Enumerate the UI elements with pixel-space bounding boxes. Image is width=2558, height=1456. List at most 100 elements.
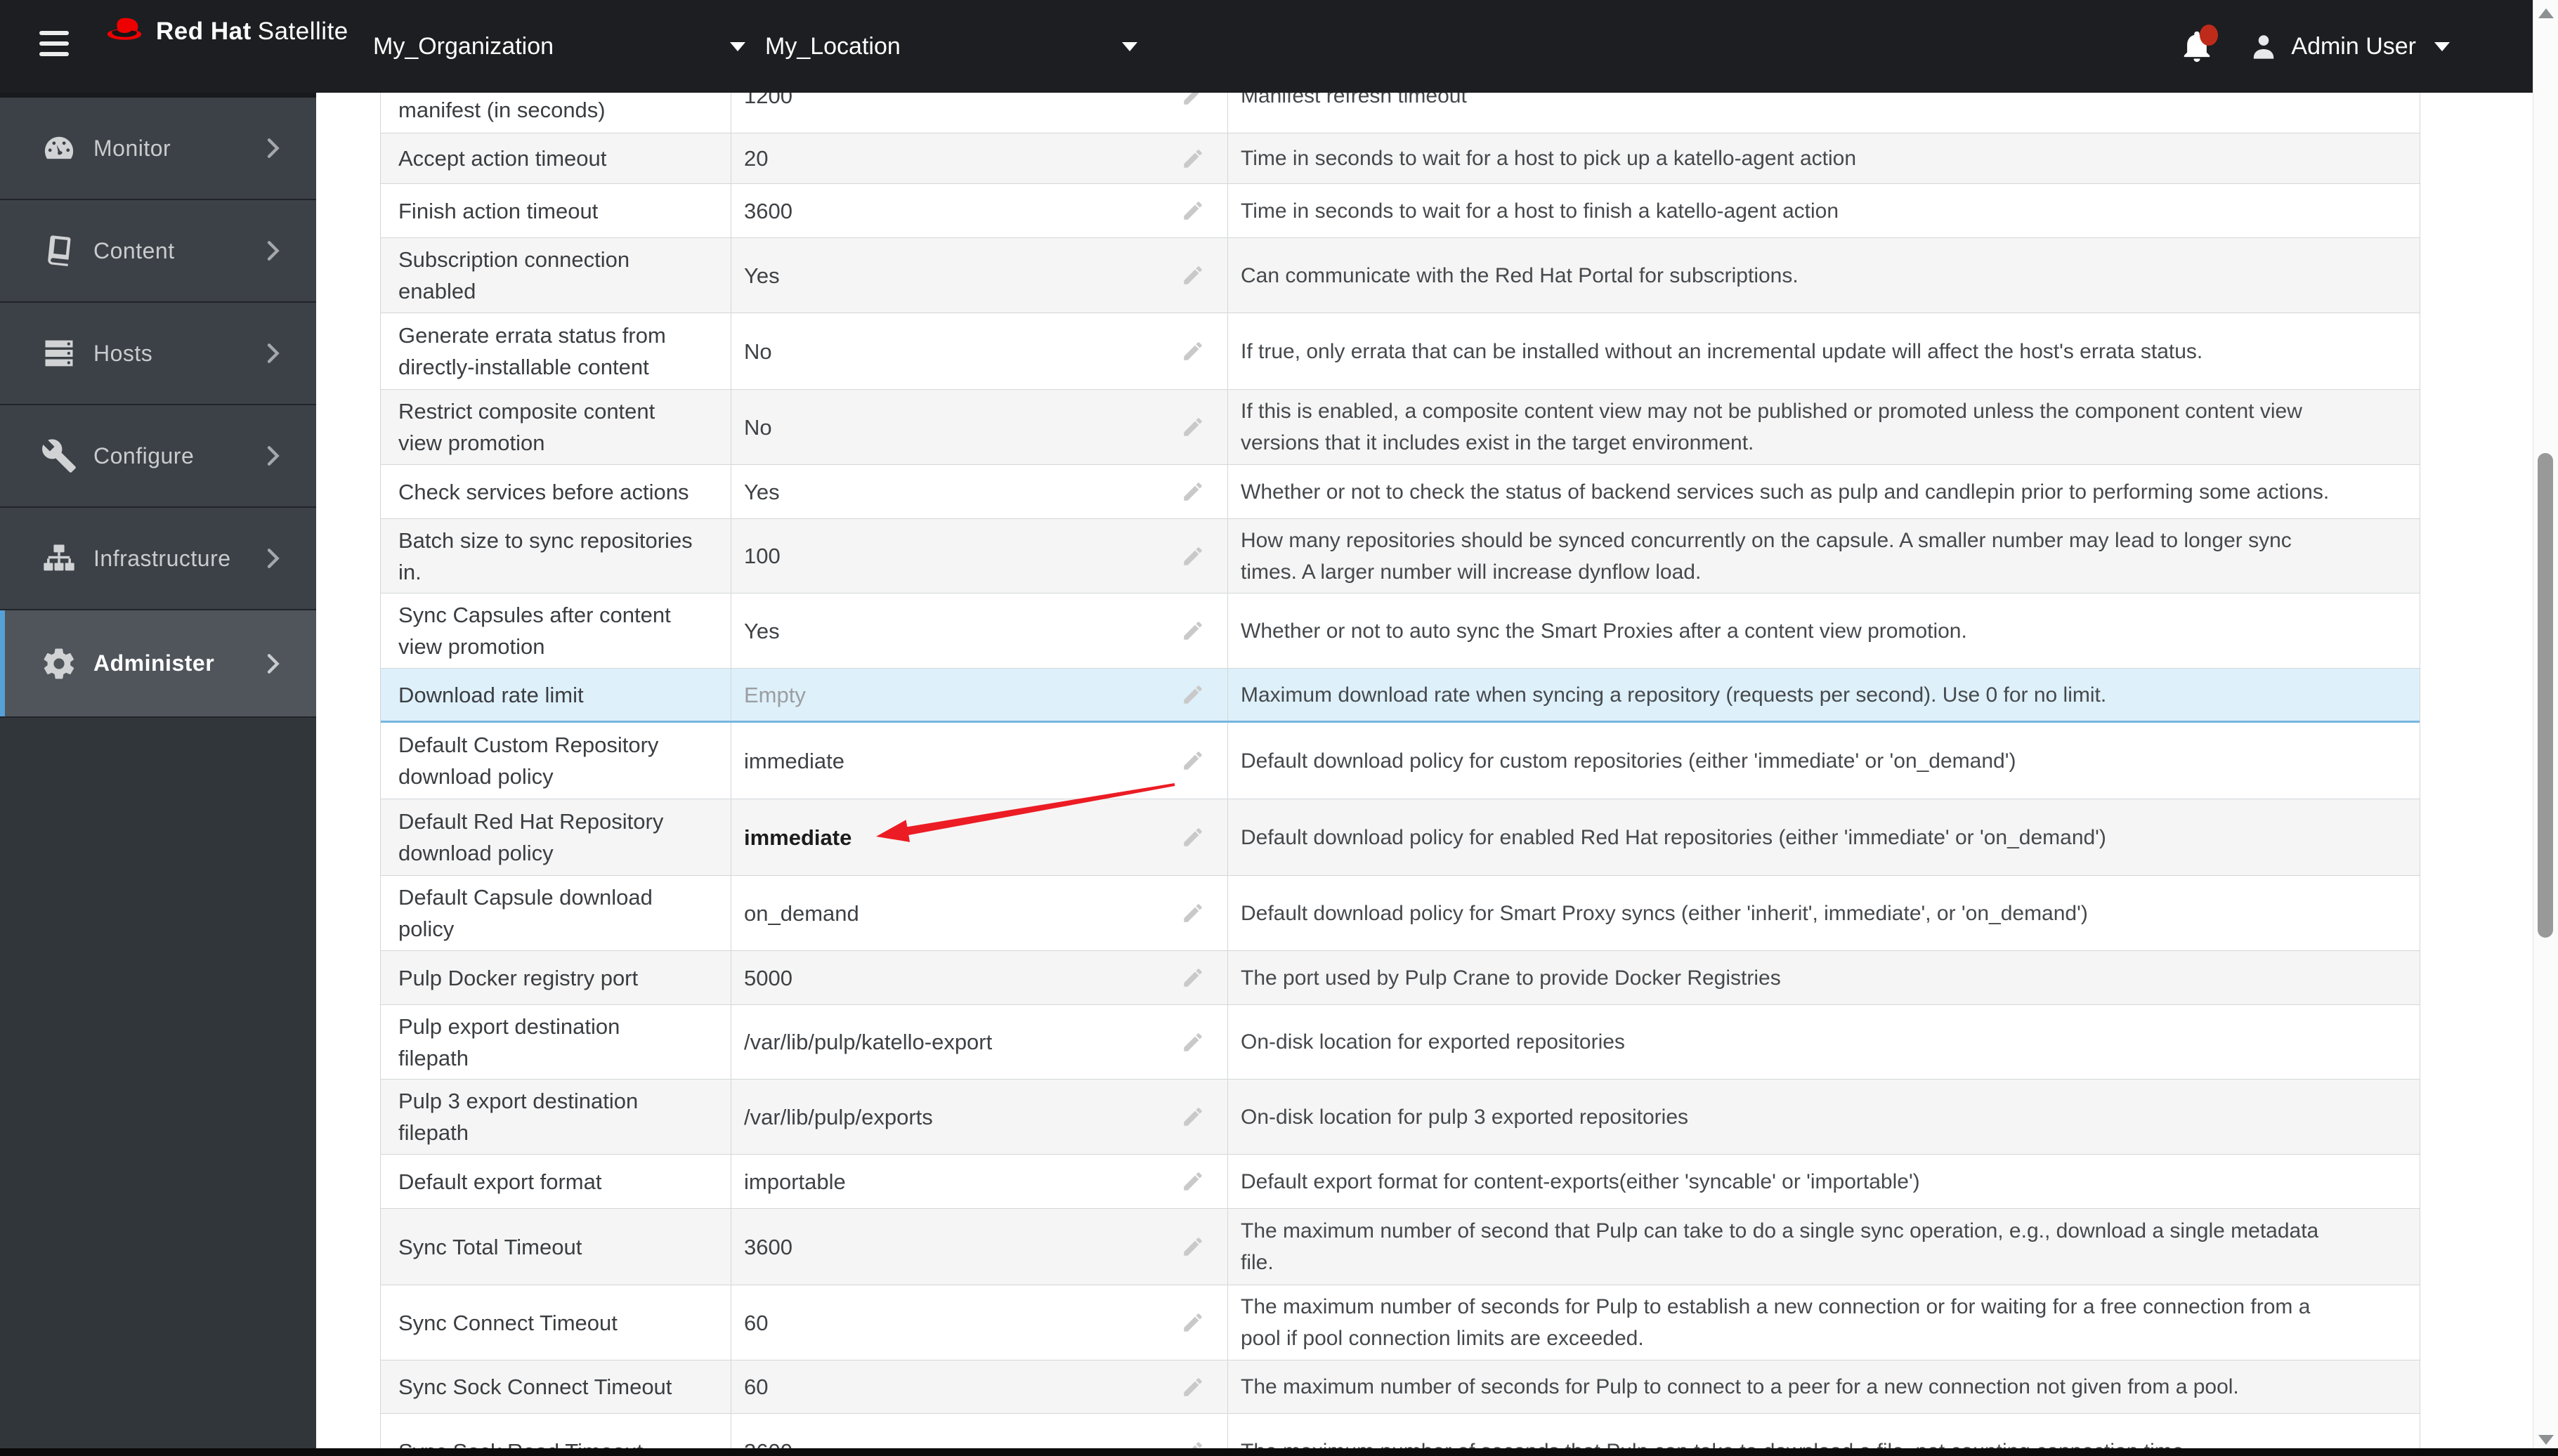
setting-value-cell: 60 [731, 1360, 1228, 1413]
table-row: Pulp 3 export destination filepath/var/l… [381, 1080, 2420, 1155]
user-avatar-icon [2254, 35, 2274, 59]
chevron-down-icon [2434, 41, 2450, 51]
setting-value: Empty [744, 682, 806, 707]
setting-description: Whether or not to check the status of ba… [1241, 480, 2330, 504]
setting-description: If true, only errata that can be install… [1241, 339, 2203, 363]
setting-value: No [744, 339, 772, 364]
setting-name: Sync Capsules after content view promoti… [381, 593, 731, 668]
edit-pencil-icon[interactable] [1181, 1169, 1205, 1193]
table-row: Default Capsule download policy on_demand… [381, 876, 2420, 951]
setting-name: Default Custom Repository download polic… [381, 723, 731, 799]
table-row: Sync Connect Timeout 60 The maximum number… [381, 1285, 2420, 1360]
setting-value-cell: Yes [731, 238, 1228, 313]
table-row: Default export format importable Default e… [381, 1155, 2420, 1209]
scrollbar-down-arrow-icon[interactable] [2538, 1435, 2554, 1445]
edit-pencil-icon[interactable] [1181, 480, 1205, 504]
user-menu[interactable]: Admin User [2247, 30, 2450, 63]
setting-description: Default download policy for custom repos… [1241, 749, 2016, 773]
table-row: Download rate limit Empty Maximum download… [381, 669, 2420, 723]
setting-name: Generate errata status from directly-ins… [381, 313, 731, 389]
setting-name: Finish action timeout [381, 184, 731, 237]
edit-pencil-icon[interactable] [1181, 1105, 1205, 1129]
scrollbar-thumb[interactable] [2538, 453, 2553, 938]
setting-name: Sync Total Timeout [381, 1209, 731, 1285]
organization-selector[interactable]: My_Organization [373, 0, 745, 93]
edit-pencil-icon[interactable] [1181, 1375, 1205, 1399]
chevron-right-icon [259, 442, 287, 470]
sidebar-item-infrastructure[interactable]: Infrastructure [0, 508, 316, 610]
user-name: Admin User [2291, 32, 2416, 60]
chevron-right-icon [259, 650, 287, 678]
scrollbar-up-arrow-icon[interactable] [2538, 8, 2554, 18]
page-scrollbar [2533, 0, 2558, 1456]
edit-pencil-icon[interactable] [1181, 1311, 1205, 1334]
setting-value: on_demand [744, 900, 859, 926]
edit-pencil-icon[interactable] [1181, 147, 1205, 171]
edit-pencil-icon[interactable] [1181, 683, 1205, 707]
edit-pencil-icon[interactable] [1181, 1235, 1205, 1259]
chevron-right-icon [259, 339, 287, 367]
edit-pencil-icon[interactable] [1181, 544, 1205, 568]
sidebar-item-configure[interactable]: Configure [0, 405, 316, 508]
wrench-icon [41, 438, 77, 474]
setting-description: Maximum download rate when syncing a rep… [1241, 683, 2107, 707]
setting-description: Default download policy for Smart Proxy … [1241, 901, 2088, 925]
edit-pencil-icon[interactable] [1181, 1030, 1205, 1054]
setting-value: 60 [744, 1375, 769, 1399]
sidebar-item-label: Configure [93, 442, 195, 468]
setting-description: If this is enabled, a composite content … [1241, 400, 2302, 454]
setting-name: manifest (in seconds) [381, 93, 731, 133]
notifications-bell-icon[interactable] [2179, 25, 2219, 65]
edit-pencil-icon[interactable] [1181, 263, 1205, 287]
setting-value-cell: 3600 [731, 1209, 1228, 1285]
location-selector-label: My_Location [765, 32, 901, 60]
setting-description: Default download policy for enabled Red … [1241, 825, 2106, 849]
setting-value: Yes [744, 618, 780, 643]
setting-value: 1200 [744, 93, 792, 108]
sidebar-item-label: Infrastructure [93, 545, 231, 571]
edit-pencil-icon[interactable] [1181, 93, 1205, 107]
setting-description: How many repositories should be synced c… [1241, 528, 2292, 584]
table-row: Restrict composite content view promotio… [381, 390, 2420, 465]
setting-value: /var/lib/pulp/exports [744, 1104, 933, 1129]
vertical-nav: Monitor Content Hosts Configure Infrastructu… [0, 93, 316, 718]
setting-value-cell: 1200 [731, 93, 1228, 133]
hamburger-menu-icon[interactable] [39, 31, 69, 62]
table-row: Default Custom Repository download polic… [381, 723, 2420, 799]
table-row: Pulp Docker registry port 5000 The port us… [381, 951, 2420, 1005]
table-row: Batch size to sync repositories in. 100 Ho… [381, 519, 2420, 593]
location-selector[interactable]: My_Location [765, 0, 1137, 93]
sidebar-item-monitor[interactable]: Monitor [0, 98, 316, 200]
edit-pencil-icon[interactable] [1181, 339, 1205, 363]
sidebar-item-administer[interactable]: Administer [0, 610, 316, 718]
edit-pencil-icon[interactable] [1181, 619, 1205, 643]
setting-value: 3600 [744, 198, 792, 223]
setting-value: 20 [744, 146, 769, 171]
sidebar-item-hosts[interactable]: Hosts [0, 303, 316, 405]
setting-value: No [744, 414, 772, 440]
edit-pencil-icon[interactable] [1181, 415, 1205, 439]
screen-bottom-edge [0, 1448, 2558, 1456]
book-icon [41, 232, 77, 269]
edit-pencil-icon[interactable] [1181, 901, 1205, 925]
setting-value-cell: 100 [731, 519, 1228, 593]
sidebar-item-content[interactable]: Content [0, 200, 316, 303]
edit-pencil-icon[interactable] [1181, 825, 1205, 849]
setting-value-cell: immediate [731, 723, 1228, 799]
masthead: Red Hat Satellite My_Organization My_Loca… [0, 0, 2533, 93]
setting-value: 5000 [744, 965, 792, 990]
setting-description: The maximum number of seconds for Pulp t… [1241, 1375, 2239, 1398]
setting-description: The maximum number of seconds for Pulp t… [1241, 1295, 2311, 1350]
setting-description: The maximum number of second that Pulp c… [1241, 1219, 2319, 1274]
setting-value-cell: 60 [731, 1285, 1228, 1360]
setting-name: Check services before actions [381, 465, 731, 518]
chevron-right-icon [259, 237, 287, 265]
sidebar-item-label: Content [93, 237, 175, 263]
setting-value-cell: 5000 [731, 951, 1228, 1004]
edit-pencil-icon[interactable] [1181, 199, 1205, 223]
setting-value-cell: immediate [731, 799, 1228, 875]
edit-pencil-icon[interactable] [1181, 966, 1205, 990]
table-row: manifest (in seconds) 1200 Manifest refres… [381, 93, 2420, 133]
brand-logo[interactable]: Red Hat Satellite [103, 15, 348, 48]
edit-pencil-icon[interactable] [1181, 749, 1205, 773]
